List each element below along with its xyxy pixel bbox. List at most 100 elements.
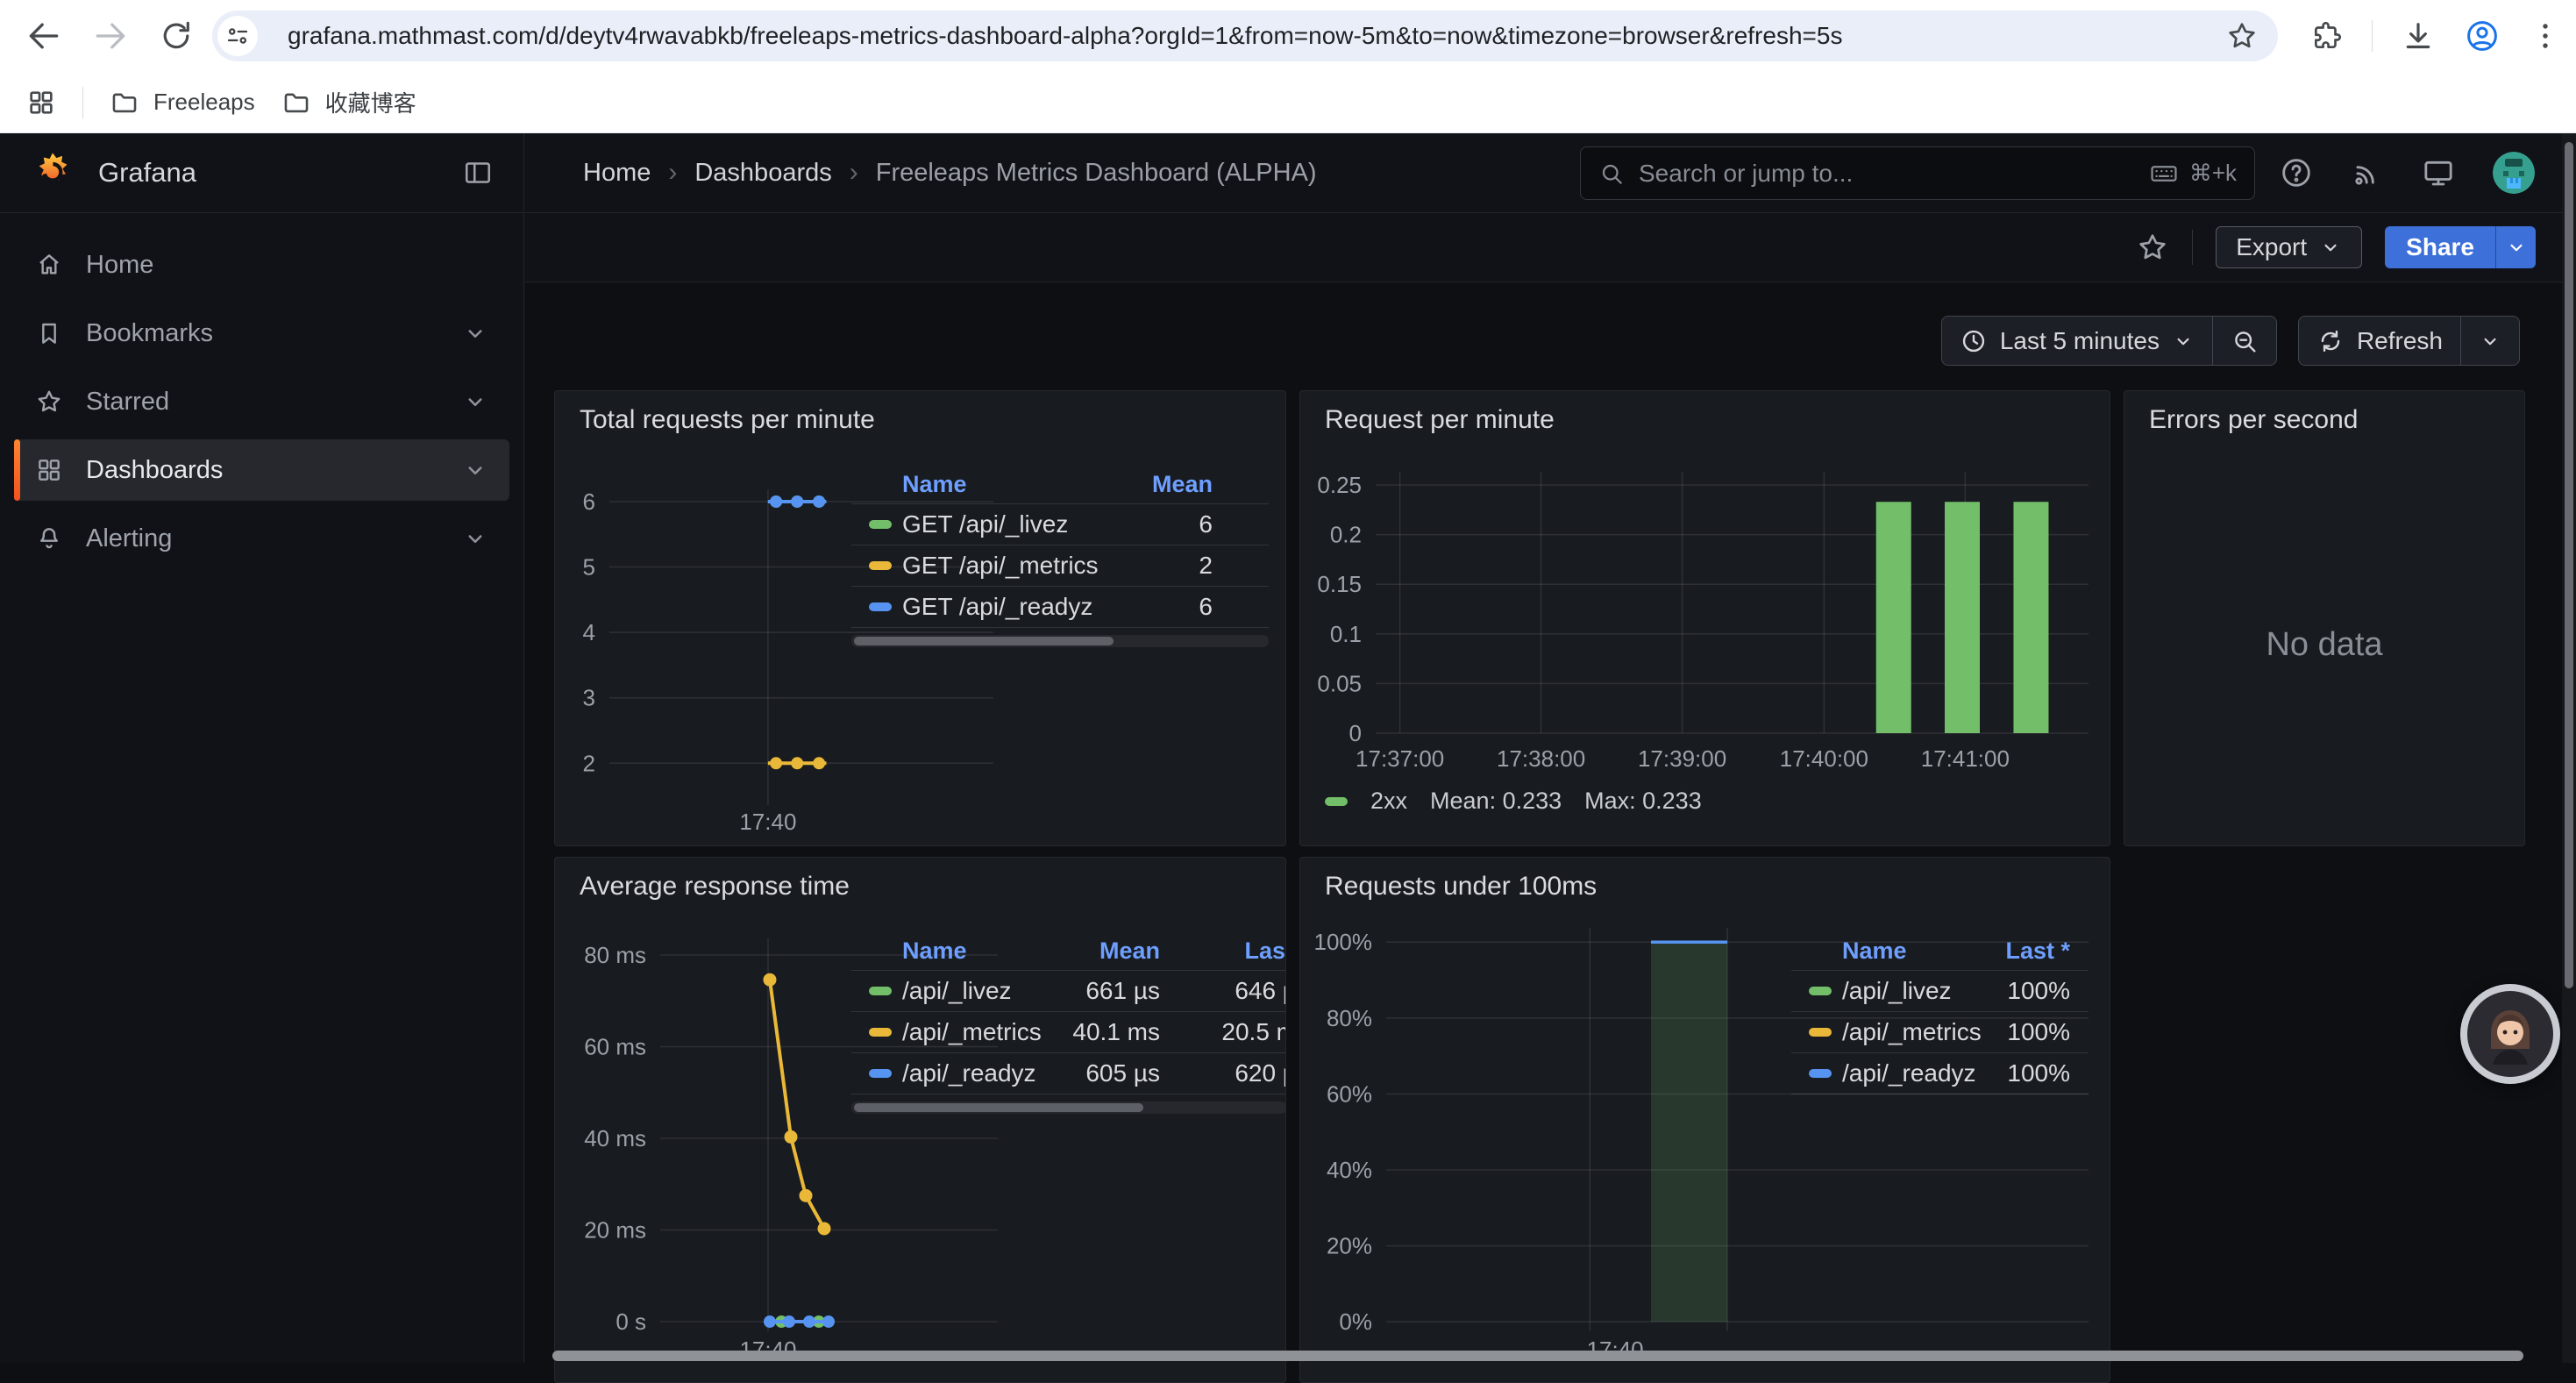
sidebar-item-alerting[interactable]: Alerting	[14, 508, 509, 569]
site-settings-icon[interactable]	[217, 16, 258, 56]
monitor-icon[interactable]	[2421, 155, 2456, 190]
export-button[interactable]: Export	[2216, 226, 2362, 268]
browser-forward-icon[interactable]	[91, 17, 130, 55]
legend-row[interactable]: /api/_livez100%	[1791, 970, 2089, 1011]
browser-back-icon[interactable]	[25, 17, 63, 55]
page-horizontal-scrollbar[interactable]	[552, 1351, 2523, 1361]
legend-swatch	[869, 520, 892, 529]
home-icon	[35, 251, 63, 279]
search-input[interactable]: Search or jump to... ⌘+k	[1580, 146, 2255, 200]
legend-row[interactable]: GET /api/_livez6	[851, 503, 1269, 545]
svg-text:0.25: 0.25	[1317, 472, 1362, 498]
address-bar[interactable]: grafana.mathmast.com/d/deytv4rwavabkb/fr…	[212, 11, 2278, 61]
legend-row[interactable]: GET /api/_readyz6	[851, 586, 1269, 627]
legend-table: NameLast */api/_livez100%/api/_metrics10…	[1791, 931, 2089, 1094]
sidebar-item-home[interactable]: Home	[14, 234, 509, 296]
browser-menu-icon[interactable]	[2529, 19, 2562, 53]
refresh-button[interactable]: Refresh	[2299, 317, 2460, 365]
legend-header-row: NameLast *	[1791, 931, 2089, 970]
svg-text:40%: 40%	[1327, 1157, 1372, 1183]
grafana-app: Grafana Home Bookmarks Starred Dashboard…	[0, 133, 2576, 1363]
legend-scrollbar-thumb[interactable]	[854, 637, 1114, 645]
sidebar-collapse-icon[interactable]	[462, 157, 494, 189]
legend-swatch	[869, 987, 892, 995]
news-rss-icon[interactable]	[2351, 156, 2384, 189]
svg-text:6: 6	[583, 488, 595, 515]
bookmark-folder-freeleaps[interactable]: Freeleaps	[110, 88, 255, 118]
chevron-down-icon[interactable]	[462, 457, 488, 483]
svg-text:80%: 80%	[1327, 1005, 1372, 1031]
svg-text:60%: 60%	[1327, 1080, 1372, 1107]
panel-errors-per-second[interactable]: Errors per second No data	[2124, 390, 2525, 846]
page-header: Home › Dashboards › Freeleaps Metrics Da…	[525, 133, 2576, 213]
legend-row[interactable]: /api/_metrics100%	[1791, 1011, 2089, 1052]
panel-requests-under-100ms[interactable]: Requests under 100ms 100%80%60%40%20%0%1…	[1299, 857, 2110, 1383]
legend-row[interactable]: /api/_readyz100%	[1791, 1052, 2089, 1094]
legend-mean-label: Mean: 0.233	[1430, 788, 1562, 815]
svg-text:100%: 100%	[1314, 929, 1373, 955]
chevron-down-icon	[2319, 236, 2342, 259]
help-icon[interactable]	[2279, 155, 2314, 190]
chart-legend[interactable]: 2xx Mean: 0.233 Max: 0.233	[1325, 788, 1702, 815]
extensions-icon[interactable]	[2310, 19, 2344, 53]
share-button[interactable]: Share	[2385, 226, 2495, 268]
zoom-out-button[interactable]	[2213, 317, 2276, 365]
chevron-down-icon	[2479, 330, 2501, 353]
sidebar-item-label: Dashboards	[86, 456, 223, 485]
sidebar-item-label: Home	[86, 251, 153, 280]
clock-icon	[1960, 327, 1988, 355]
legend-row[interactable]: GET /api/_metrics2	[851, 545, 1269, 586]
sidebar-item-starred[interactable]: Starred	[14, 371, 509, 432]
sidebar-item-label: Starred	[86, 388, 169, 417]
panel-title[interactable]: Errors per second	[2149, 405, 2358, 435]
svg-text:0.15: 0.15	[1317, 571, 1362, 597]
browser-toolbar: grafana.mathmast.com/d/deytv4rwavabkb/fr…	[0, 0, 2576, 72]
chevron-down-icon[interactable]	[462, 525, 488, 552]
time-range-picker[interactable]: Last 5 minutes	[1942, 317, 2212, 365]
favorite-star-icon[interactable]	[2136, 231, 2169, 264]
sidebar-item-dashboards[interactable]: Dashboards	[14, 439, 509, 501]
refresh-icon	[2316, 327, 2345, 355]
breadcrumb-dashboards[interactable]: Dashboards	[694, 159, 831, 188]
panel-total-requests-per-minute[interactable]: Total requests per minute 6543217:40 Nam…	[554, 390, 1286, 846]
refresh-interval-chevron[interactable]	[2461, 317, 2519, 365]
panel-average-response-time[interactable]: Average response time 80 ms60 ms40 ms20 …	[554, 857, 1286, 1383]
user-avatar[interactable]	[2493, 152, 2535, 194]
url-text[interactable]: grafana.mathmast.com/d/deytv4rwavabkb/fr…	[288, 22, 2211, 50]
bookmark-folder-blogs[interactable]: 收藏博客	[281, 86, 416, 118]
legend-table: NameMeanGET /api/_livez6GET /api/_metric…	[851, 465, 1269, 628]
legend-row[interactable]: /api/_livez661 µs646 µs	[851, 970, 1286, 1011]
folder-icon	[281, 88, 311, 118]
legend-swatch	[869, 1028, 892, 1037]
legend-row[interactable]: /api/_readyz605 µs620 µs	[851, 1052, 1286, 1094]
grafana-logo[interactable]	[30, 150, 75, 196]
legend-row[interactable]: /api/_metrics40.1 ms20.5 ms	[851, 1011, 1286, 1052]
legend-scrollbar[interactable]	[851, 1101, 1286, 1114]
chevron-down-icon[interactable]	[462, 389, 488, 415]
floating-assistant-avatar[interactable]	[2460, 984, 2560, 1084]
legend-scrollbar-thumb[interactable]	[854, 1103, 1143, 1112]
breadcrumb-home[interactable]: Home	[583, 159, 651, 188]
svg-text:17:39:00: 17:39:00	[1638, 745, 1726, 772]
panel-request-per-minute[interactable]: Request per minute 0.250.20.150.10.05017…	[1299, 390, 2110, 846]
chevron-down-icon[interactable]	[462, 320, 488, 346]
scrollbar-thumb[interactable]	[2565, 142, 2573, 988]
svg-text:0%: 0%	[1339, 1308, 1372, 1335]
legend-scrollbar[interactable]	[851, 635, 1269, 647]
sidebar-item-bookmarks[interactable]: Bookmarks	[14, 303, 509, 364]
legend-swatch	[869, 1069, 892, 1078]
bookmark-star-icon[interactable]	[2225, 19, 2259, 53]
page-vertical-scrollbar[interactable]	[2562, 133, 2576, 1363]
share-menu-chevron-icon[interactable]	[2495, 226, 2536, 268]
legend-swatch	[869, 561, 892, 570]
bookmark-folder-label: 收藏博客	[325, 86, 416, 118]
apps-grid-icon[interactable]	[26, 88, 56, 118]
svg-text:4: 4	[583, 619, 595, 645]
downloads-icon[interactable]	[2401, 18, 2436, 53]
sidebar-item-label: Alerting	[86, 524, 172, 553]
svg-text:17:41:00: 17:41:00	[1921, 745, 2010, 772]
svg-text:20%: 20%	[1327, 1233, 1372, 1259]
browser-reload-icon[interactable]	[158, 18, 195, 54]
profile-icon[interactable]	[2464, 18, 2501, 54]
dashboard-subheader: Export Share	[525, 213, 2576, 282]
